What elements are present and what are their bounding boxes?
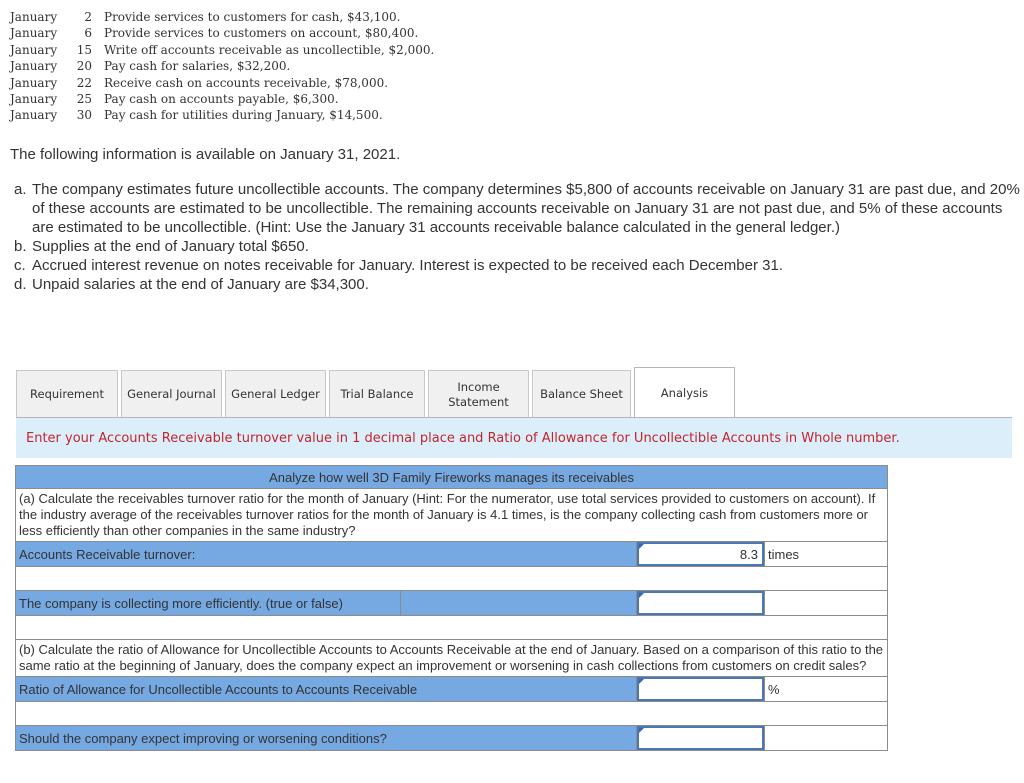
tx-text: Receive cash on accounts receivable, $78… bbox=[104, 75, 389, 90]
transaction-row: January 20 Pay cash for salaries, $32,200. bbox=[10, 58, 434, 74]
info-item-label: a. bbox=[14, 181, 27, 198]
info-item: d. Unpaid salaries at the end of January … bbox=[14, 275, 1020, 294]
info-item-label: d. bbox=[14, 276, 27, 293]
tx-day: 6 bbox=[84, 26, 92, 41]
efficiency-cell bbox=[636, 590, 765, 616]
tx-text: Write off accounts receivable as uncolle… bbox=[104, 42, 435, 57]
tx-day: 30 bbox=[76, 108, 92, 123]
tx-text: Provide services to customers on account… bbox=[104, 26, 419, 41]
tx-day: 15 bbox=[76, 42, 92, 57]
tx-month: January bbox=[10, 26, 58, 41]
instruction-notice: Enter your Accounts Receivable turnover … bbox=[16, 418, 1012, 458]
input-flag-icon bbox=[639, 544, 644, 549]
input-flag-icon bbox=[639, 593, 644, 598]
tx-day: 20 bbox=[76, 59, 92, 74]
transaction-row: January 22 Receive cash on accounts receiv… bbox=[10, 75, 434, 91]
info-item-text: Supplies at the end of January total $65… bbox=[32, 238, 309, 255]
conditions-label: Should the company expect improving or w… bbox=[15, 725, 637, 751]
conditions-unit bbox=[763, 725, 889, 751]
tx-month: January bbox=[10, 59, 58, 74]
transaction-row: January 30 Pay cash for utilities during J… bbox=[10, 107, 434, 123]
info-item: c. Accrued interest revenue on notes rece… bbox=[14, 256, 1020, 275]
tx-month: January bbox=[10, 75, 58, 90]
turnover-label: Accounts Receivable turnover: bbox=[15, 541, 637, 567]
tx-day: 2 bbox=[84, 10, 92, 24]
part-a-question: (a) Calculate the receivables turnover r… bbox=[14, 488, 889, 542]
ratio-input[interactable] bbox=[637, 677, 764, 701]
info-item-text: Accrued interest revenue on notes receiv… bbox=[32, 257, 783, 274]
tx-text: Pay cash for salaries, $32,200. bbox=[104, 59, 291, 74]
turnover-input[interactable] bbox=[637, 542, 764, 566]
transaction-list: January 2 Provide services to customers fo… bbox=[10, 9, 434, 124]
tx-day: 22 bbox=[76, 75, 92, 90]
conditions-cell bbox=[636, 725, 765, 751]
tab-requirement[interactable]: Requirement bbox=[16, 370, 118, 418]
turnover-cell bbox=[636, 541, 765, 567]
tx-day: 25 bbox=[76, 92, 92, 107]
info-item: b. Supplies at the end of January total $… bbox=[14, 237, 1020, 256]
tx-text: Pay cash for utilities during January, $… bbox=[104, 108, 383, 123]
tx-text: Provide services to customers for cash, … bbox=[104, 10, 401, 24]
info-list: a. The company estimates future uncollect… bbox=[14, 180, 1020, 294]
efficiency-label: The company is collecting more efficient… bbox=[15, 590, 401, 616]
tx-month: January bbox=[10, 108, 58, 123]
tx-month: January bbox=[10, 10, 58, 24]
ratio-label: Ratio of Allowance for Uncollectible Acc… bbox=[15, 676, 637, 702]
tab-general-journal[interactable]: General Journal bbox=[121, 370, 222, 418]
info-item-text: Unpaid salaries at the end of January ar… bbox=[32, 276, 369, 293]
info-heading: The following information is available o… bbox=[10, 146, 401, 163]
transaction-row: January 15 Write off accounts receivable a… bbox=[10, 42, 434, 58]
input-flag-icon bbox=[639, 679, 644, 684]
transaction-row: January 2 Provide services to customers fo… bbox=[10, 9, 434, 25]
info-item-label: c. bbox=[14, 257, 26, 274]
tab-analysis[interactable]: Analysis bbox=[634, 367, 735, 418]
info-item: a. The company estimates future uncollect… bbox=[14, 180, 1020, 237]
tx-text: Pay cash on accounts payable, $6,300. bbox=[104, 92, 339, 107]
efficiency-input[interactable] bbox=[637, 591, 764, 615]
efficiency-blank-cell bbox=[400, 590, 637, 616]
tx-month: January bbox=[10, 92, 58, 107]
part-b-question: (b) Calculate the ratio of Allowance for… bbox=[14, 639, 889, 677]
ratio-cell bbox=[636, 676, 765, 702]
conditions-input[interactable] bbox=[637, 726, 764, 750]
tab-balance-sheet[interactable]: Balance Sheet bbox=[532, 370, 631, 418]
tab-general-ledger[interactable]: General Ledger bbox=[225, 370, 326, 418]
tab-trial-balance[interactable]: Trial Balance bbox=[329, 370, 425, 418]
ratio-unit: % bbox=[763, 676, 889, 702]
info-item-text: The company estimates future uncollectib… bbox=[32, 181, 1020, 236]
info-item-label: b. bbox=[14, 238, 27, 255]
tab-bar: Requirement General Journal General Ledg… bbox=[16, 367, 738, 418]
tab-income-statement[interactable]: Income Statement bbox=[428, 370, 529, 418]
analysis-table: Analyze how well 3D Family Fireworks man… bbox=[14, 465, 889, 751]
spacer-row bbox=[14, 701, 889, 726]
tx-month: January bbox=[10, 42, 58, 57]
input-flag-icon bbox=[639, 728, 644, 733]
spacer-row bbox=[14, 615, 889, 640]
spacer-row bbox=[14, 566, 889, 591]
turnover-unit: times bbox=[763, 541, 889, 567]
efficiency-unit bbox=[763, 590, 889, 616]
transaction-row: January 6 Provide services to customers on… bbox=[10, 25, 434, 41]
analysis-title: Analyze how well 3D Family Fireworks man… bbox=[14, 465, 889, 489]
transaction-row: January 25 Pay cash on accounts payable, $… bbox=[10, 91, 434, 107]
